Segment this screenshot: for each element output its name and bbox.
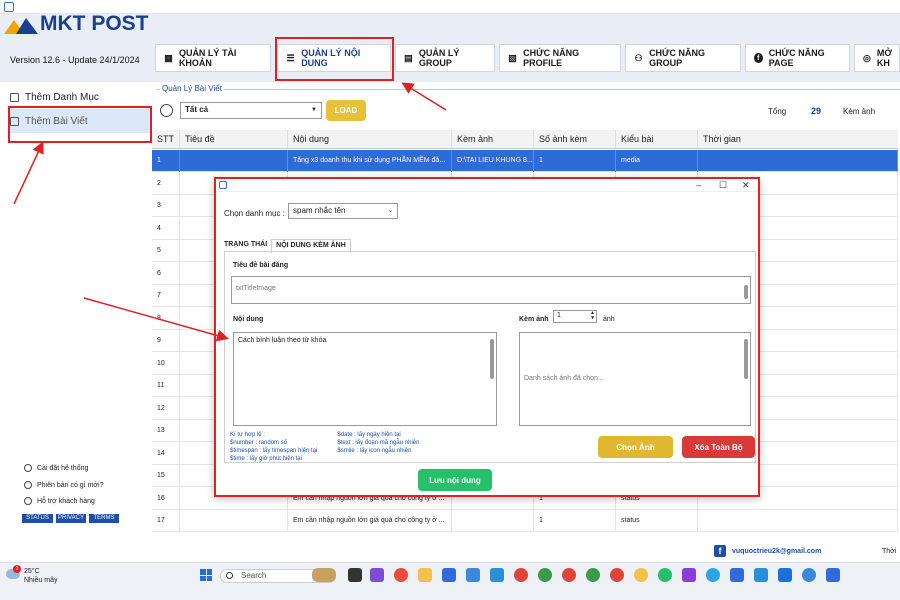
messenger-icon[interactable] bbox=[682, 568, 696, 582]
task-view-icon[interactable] bbox=[348, 568, 362, 582]
app-icon-blue[interactable] bbox=[490, 568, 504, 582]
chrome-icon[interactable] bbox=[538, 568, 552, 582]
app-icon-s[interactable] bbox=[442, 568, 456, 582]
chrome-icon[interactable] bbox=[514, 568, 528, 582]
telegram-icon[interactable] bbox=[706, 568, 720, 582]
whatsapp-icon[interactable] bbox=[658, 568, 672, 582]
windows-start-icon[interactable] bbox=[200, 569, 212, 581]
annotation-arrows bbox=[13, 82, 447, 342]
chrome-icon[interactable] bbox=[634, 568, 648, 582]
cloud-icon[interactable] bbox=[754, 568, 768, 582]
chrome-icon[interactable] bbox=[586, 568, 600, 582]
notification-badge: 1 bbox=[13, 565, 21, 573]
app-icon[interactable] bbox=[802, 568, 816, 582]
cloud-icon[interactable] bbox=[778, 568, 792, 582]
chrome-icon[interactable] bbox=[610, 568, 624, 582]
app-icon[interactable] bbox=[826, 568, 840, 582]
weather-widget[interactable]: 25°C Nhiều mây bbox=[24, 567, 57, 585]
chrome-icon[interactable] bbox=[562, 568, 576, 582]
search-icon bbox=[226, 572, 233, 579]
folder-icon[interactable] bbox=[418, 568, 432, 582]
app-icon-notepad[interactable] bbox=[466, 568, 480, 582]
chat-icon[interactable] bbox=[370, 568, 384, 582]
chrome-icon[interactable] bbox=[394, 568, 408, 582]
search-highlight-icon bbox=[312, 568, 336, 582]
app-icon[interactable] bbox=[730, 568, 744, 582]
